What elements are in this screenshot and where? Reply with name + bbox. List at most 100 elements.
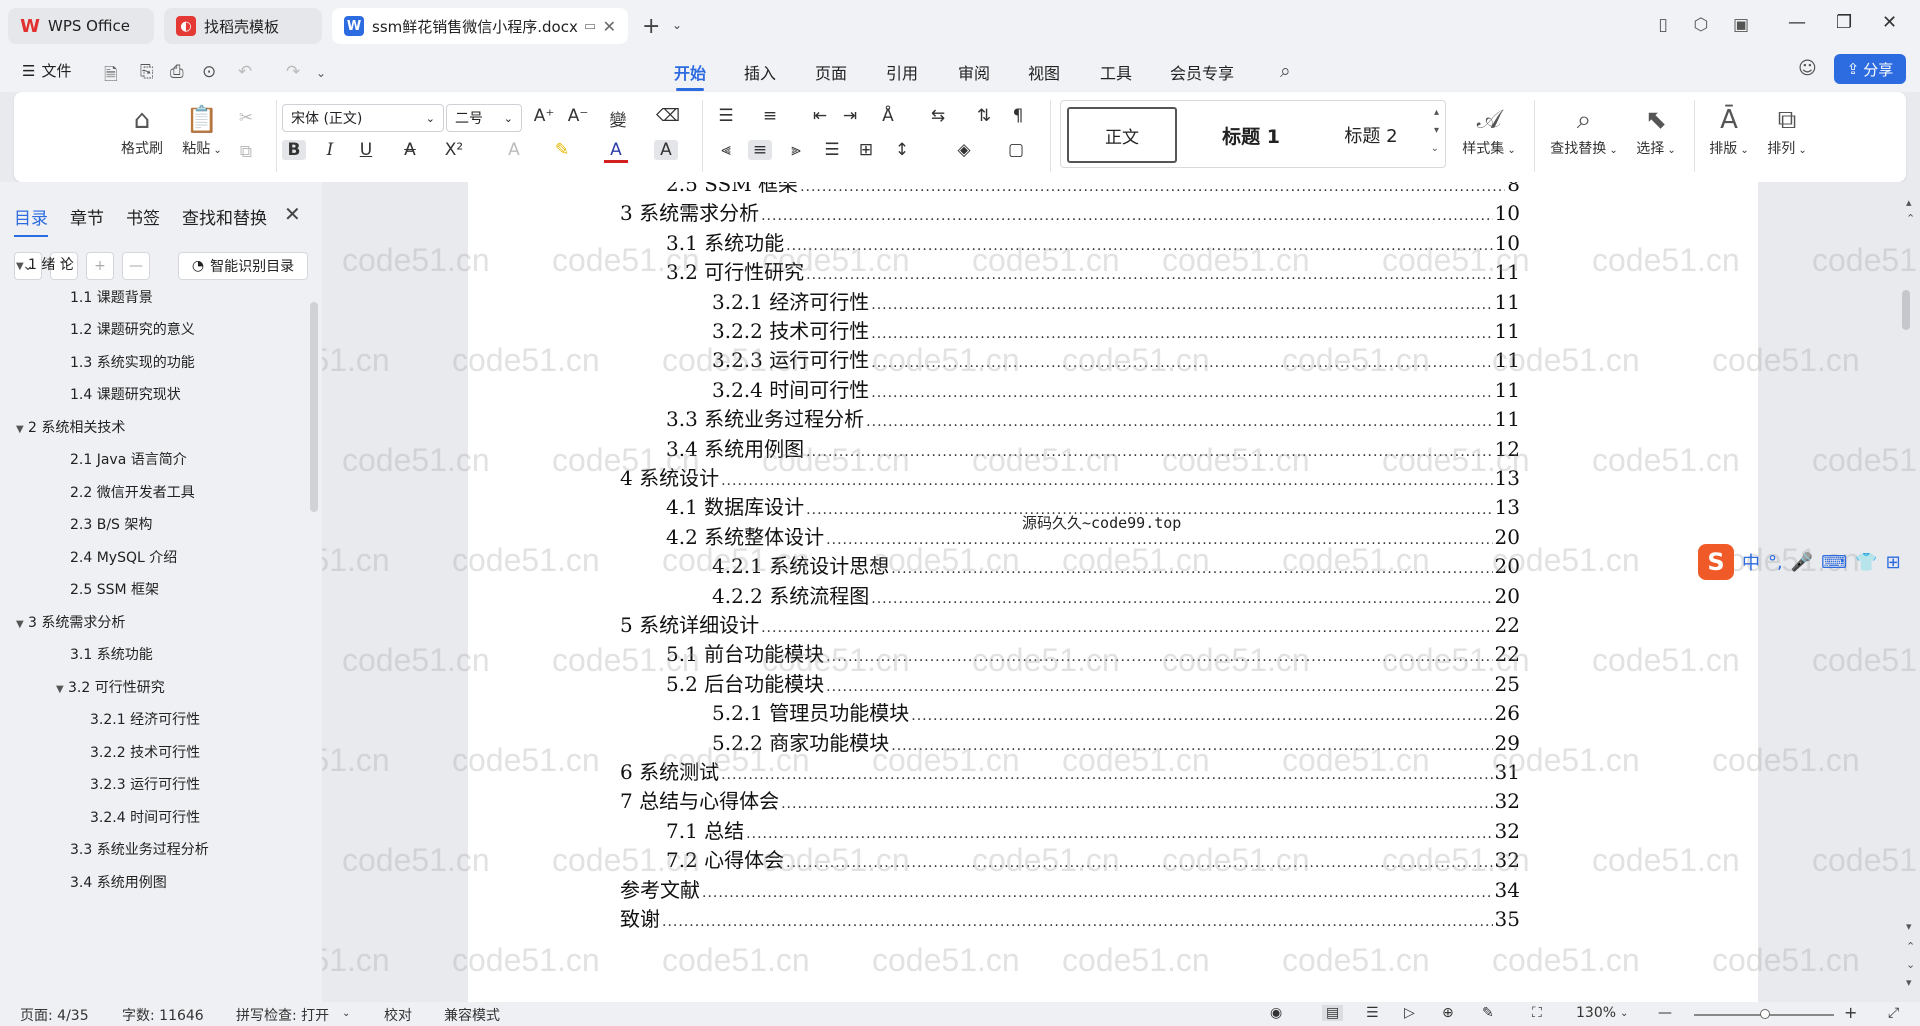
doc-toc-entry[interactable]: 3.2.2 技术可行性 11	[712, 315, 1520, 344]
font-name-select[interactable]: 宋体 (正文) ⌄	[282, 104, 444, 132]
text-direction-icon[interactable]: Å	[876, 106, 900, 126]
chevron-down-icon[interactable]: ⌄	[1620, 1008, 1628, 1019]
layout-button[interactable]: Ā 排版 ⌄	[1702, 102, 1756, 158]
prev-page-icon[interactable]: ⌃	[1906, 940, 1915, 953]
style-set-button[interactable]: 𝒜 样式集 ⌄	[1454, 102, 1524, 158]
fullscreen-icon[interactable]: ⤢	[1888, 1005, 1899, 1021]
outline-view-icon[interactable]: ☰	[1366, 1005, 1379, 1021]
doc-toc-entry[interactable]: 5.1 前台功能模块 22	[666, 638, 1520, 667]
align-right-icon[interactable]: ⫸	[784, 140, 808, 160]
char-shading-icon[interactable]: A	[654, 140, 678, 160]
justify-icon[interactable]: ☰	[820, 140, 844, 160]
doc-toc-entry[interactable]: 3.2.1 经济可行性 11	[712, 286, 1520, 315]
nav-toc-item[interactable]: 1.4 课题研究现状	[70, 384, 181, 404]
nav-toc-item[interactable]: 2.2 微信开发者工具	[70, 482, 195, 502]
doc-toc-entry[interactable]: 3.1 系统功能 10	[666, 227, 1520, 256]
style-heading-1[interactable]: 标题 1	[1201, 107, 1301, 163]
border-icon[interactable]: ▢	[1004, 140, 1028, 160]
tab-review[interactable]: 审阅	[958, 60, 990, 84]
nav-toc-item[interactable]: 1.3 系统实现的功能	[70, 352, 195, 372]
nav-toc-item[interactable]: ▼ 2 系统相关技术	[16, 417, 125, 437]
tab-membership[interactable]: 会员专享	[1170, 60, 1234, 84]
decrease-indent-icon[interactable]: ⇤	[808, 106, 832, 126]
document-scrollbar[interactable]	[1902, 290, 1910, 330]
pane-scrollbar[interactable]	[310, 302, 318, 512]
expand-triangle-icon[interactable]: ▼	[16, 619, 28, 630]
scroll-down-icon[interactable]: ▾	[1434, 125, 1439, 136]
doc-toc-entry[interactable]: 3.2.4 时间可行性 11	[712, 374, 1520, 403]
fit-page-icon[interactable]: ⛶	[1532, 1005, 1542, 1021]
scroll-down-icon[interactable]: ▾	[1906, 976, 1912, 989]
tab-toc[interactable]: 目录	[14, 204, 48, 237]
numbered-list-icon[interactable]: ≡	[758, 106, 782, 126]
nav-toc-item[interactable]: 3.4 系统用例图	[70, 872, 167, 892]
proofread-button[interactable]: 校对	[384, 1005, 412, 1025]
highlight-icon[interactable]: ✎	[550, 140, 574, 160]
doc-toc-entry[interactable]: 2.5 SSM 框架 8	[666, 182, 1520, 197]
tab-tools[interactable]: 工具	[1100, 60, 1132, 84]
undo-icon[interactable]: ↶	[238, 62, 252, 82]
nav-toc-item[interactable]: 3.3 系统业务过程分析	[70, 839, 209, 859]
doc-toc-entry[interactable]: 5.2 后台功能模块 25	[666, 668, 1520, 697]
export-pdf-icon[interactable]: ⎘	[140, 62, 154, 82]
doc-toc-entry[interactable]: 7 总结与心得体会 32	[620, 785, 1520, 814]
nav-toc-item[interactable]: ▼ 1 绪 论	[16, 254, 74, 274]
close-pane-icon[interactable]: ✕	[284, 202, 301, 226]
nav-toc-item[interactable]: 3.2.4 时间可行性	[90, 807, 200, 827]
scroll-up-icon[interactable]: ▴	[1906, 196, 1912, 209]
align-center-icon[interactable]: ≡	[748, 140, 772, 160]
doc-toc-entry[interactable]: 3.3 系统业务过程分析 11	[666, 403, 1520, 432]
collapse-icon[interactable]: ⌃	[1906, 212, 1915, 225]
distribute-icon[interactable]: ⊞	[854, 140, 878, 160]
toolbox-icon[interactable]: ⊞	[1886, 552, 1901, 573]
zoom-slider-thumb[interactable]	[1760, 1009, 1770, 1019]
close-window-icon[interactable]: ✕	[1882, 12, 1897, 33]
nav-toc-item[interactable]: 1.1 课题背景	[70, 287, 153, 307]
add-level-icon[interactable]: +	[86, 252, 114, 280]
tab-chapters[interactable]: 章节	[70, 204, 104, 237]
doc-toc-entry[interactable]: 5.2.1 管理员功能模块 26	[712, 697, 1520, 726]
tab-home[interactable]: 开始	[674, 60, 706, 91]
increase-font-icon[interactable]: A⁺	[532, 106, 556, 126]
nav-toc-item[interactable]: 2.4 MySQL 介绍	[70, 547, 177, 567]
ime-punct[interactable]: °,	[1768, 552, 1783, 573]
expand-triangle-icon[interactable]: ▼	[16, 261, 28, 272]
smart-toc-button[interactable]: ◔ 智能识别目录	[178, 252, 308, 280]
shading-icon[interactable]: ◈	[952, 140, 976, 160]
nav-toc-item[interactable]: ▼ 3.2 可行性研究	[56, 677, 165, 697]
doc-toc-entry[interactable]: 4.2.1 系统设计思想 20	[712, 550, 1520, 579]
nav-toc-item[interactable]: 3.2.3 运行可行性	[90, 774, 200, 794]
zoom-in-icon[interactable]: +	[1844, 1003, 1857, 1022]
new-tab-icon[interactable]: +	[642, 14, 660, 39]
tab-view[interactable]: 视图	[1028, 60, 1060, 84]
text-effect-icon[interactable]: A	[502, 140, 526, 160]
find-replace-button[interactable]: ⌕ 查找替换 ⌄	[1544, 102, 1624, 158]
sort-icon[interactable]: ⇅	[972, 106, 996, 126]
nav-toc-item[interactable]: ▼ 3 系统需求分析	[16, 612, 125, 632]
arrange-button[interactable]: ⧉ 排列 ⌄	[1760, 102, 1814, 158]
document-page[interactable]: 2.5 SSM 框架83 系统需求分析103.1 系统功能103.2 可行性研究…	[468, 182, 1758, 1002]
skin-icon[interactable]: 👕	[1855, 552, 1877, 573]
show-marks-icon[interactable]: ¶	[1006, 106, 1030, 126]
doc-toc-entry[interactable]: 4 系统设计 13	[620, 462, 1520, 491]
play-icon[interactable]: ▷	[1404, 1005, 1415, 1021]
ime-toolbar[interactable]: S 中 °, 🎤 ⌨ 👕 ⊞	[1698, 542, 1901, 582]
doc-toc-entry[interactable]: 7.1 总结 32	[666, 815, 1520, 844]
doc-toc-entry[interactable]: 致谢 35	[620, 903, 1520, 932]
chat-icon[interactable]: ☺	[1798, 58, 1817, 79]
tab-wps-office[interactable]: W WPS Office	[8, 8, 154, 44]
select-button[interactable]: ⬉ 选择 ⌄	[1628, 102, 1684, 158]
increase-indent-icon[interactable]: ⇥	[838, 106, 862, 126]
avatar[interactable]: ▣	[1730, 14, 1752, 36]
doc-toc-entry[interactable]: 3.2 可行性研究 11	[666, 256, 1520, 285]
zoom-level[interactable]: 130%	[1576, 1005, 1616, 1021]
nav-toc-item[interactable]: 3.1 系统功能	[70, 644, 153, 664]
redo-icon[interactable]: ↷	[286, 62, 300, 82]
nav-toc-item[interactable]: 3.2.2 技术可行性	[90, 742, 200, 762]
doc-toc-entry[interactable]: 参考文献 34	[620, 874, 1520, 903]
eye-protection-icon[interactable]: ◉	[1270, 1005, 1282, 1021]
bold-icon[interactable]: B	[282, 140, 306, 160]
file-menu[interactable]: ☰ 文件	[22, 60, 71, 81]
doc-toc-entry[interactable]: 5.2.2 商家功能模块 29	[712, 727, 1520, 756]
align-left-icon[interactable]: ⫷	[714, 140, 738, 160]
